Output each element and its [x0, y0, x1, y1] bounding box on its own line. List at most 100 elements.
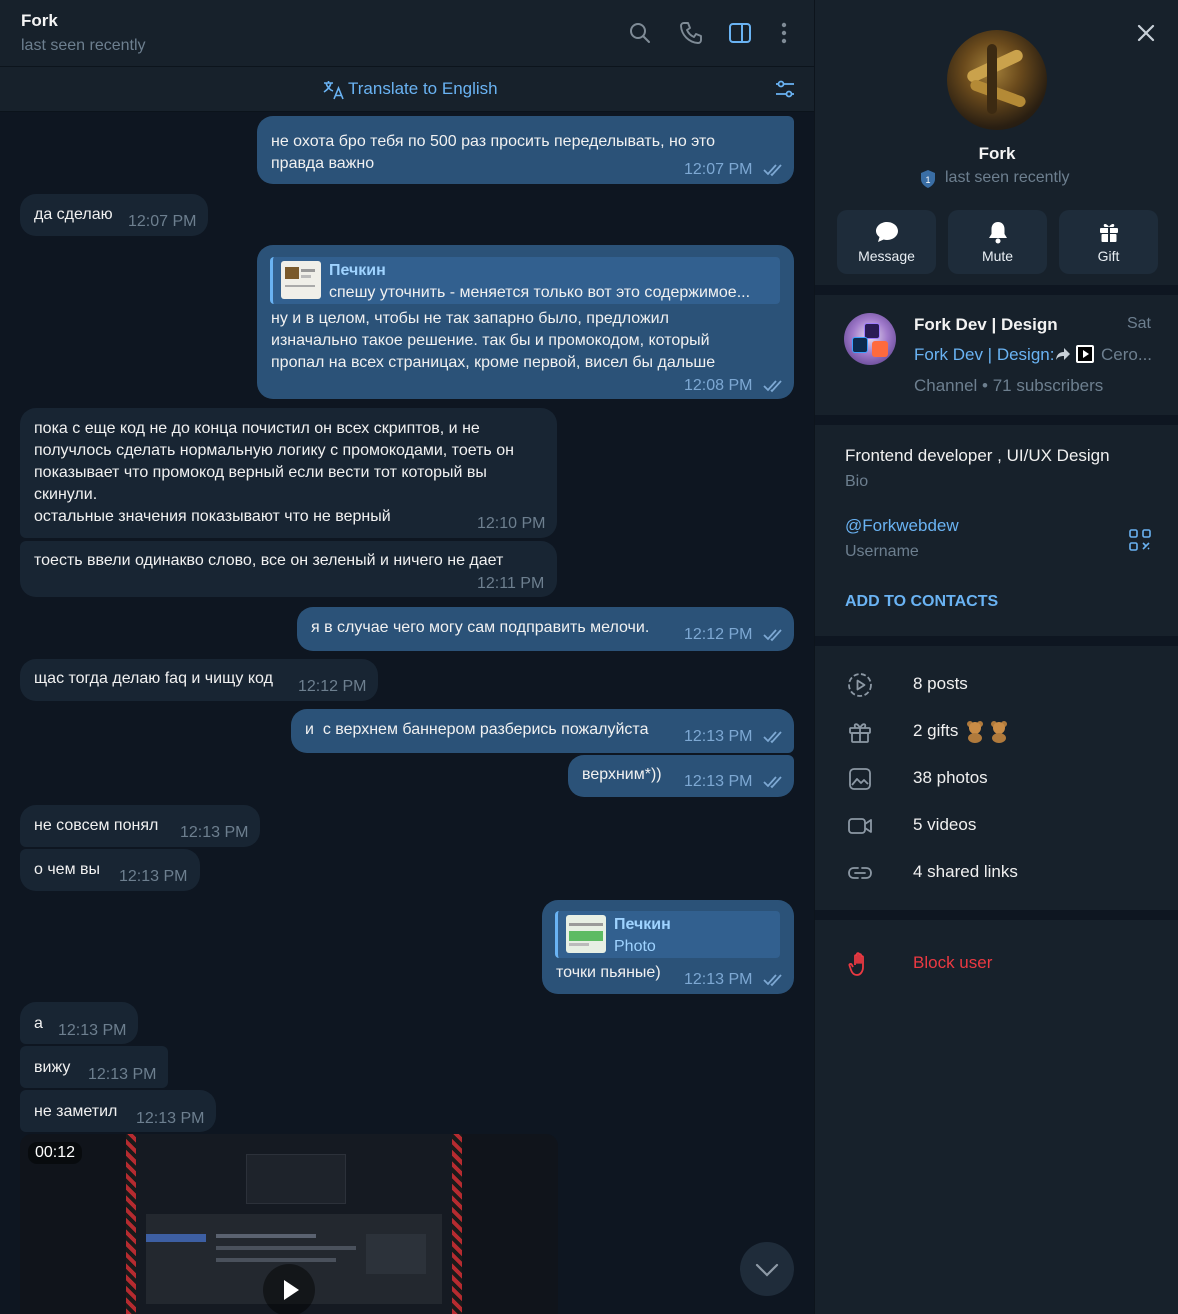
- play-icon: [284, 1280, 299, 1300]
- video-camera-icon: [848, 818, 872, 834]
- phone-icon[interactable]: [678, 20, 704, 46]
- message-incoming[interactable]: а 12:13 PM: [20, 1002, 138, 1044]
- message-text: верхним*)): [582, 766, 662, 783]
- forward-icon: [1056, 348, 1070, 360]
- posts-row[interactable]: 8 posts: [815, 665, 1178, 705]
- message-text: щас тогда делаю faq и чищу код: [34, 670, 273, 687]
- mute-button[interactable]: Mute: [948, 210, 1047, 274]
- message-outgoing[interactable]: верхним*)) 12:13 PM: [568, 755, 794, 797]
- read-checks-icon: [763, 776, 782, 789]
- message-incoming[interactable]: пока с еще код не до конца почистил он в…: [20, 408, 557, 538]
- reply-text: Photo: [614, 938, 656, 955]
- translate-button[interactable]: Translate to English: [348, 79, 498, 99]
- chevron-down-icon: [755, 1263, 779, 1277]
- message-time: 12:13 PM: [58, 1022, 127, 1039]
- channel-meta: Channel • 71 subscribers: [914, 376, 1104, 395]
- channel-preview-text: Cero...: [1101, 345, 1153, 364]
- message-time: 12:13 PM: [180, 824, 249, 841]
- bio-text[interactable]: Frontend developer , UI/UX Design: [845, 446, 1110, 466]
- message-time: 12:07 PM: [684, 161, 753, 178]
- message-text: не совсем понял: [34, 817, 159, 834]
- message-outgoing[interactable]: Печкин спешу уточнить - меняется только …: [257, 245, 794, 399]
- message-time: 12:13 PM: [684, 728, 753, 745]
- message-text: не охота бро тебя по 500 раз просить пер…: [271, 133, 716, 172]
- translate-bar[interactable]: Translate to English: [0, 67, 814, 112]
- chat-status: last seen recently: [21, 37, 146, 54]
- read-checks-icon: [763, 380, 782, 393]
- message-text: ну и в целом, чтобы не так запарно было,…: [271, 310, 716, 371]
- reply-author: Печкин: [614, 916, 671, 933]
- add-to-contacts-button[interactable]: ADD TO CONTACTS: [845, 593, 998, 611]
- read-checks-icon: [763, 731, 782, 744]
- search-icon[interactable]: [627, 20, 653, 46]
- message-text: о чем вы: [34, 861, 101, 878]
- message-incoming[interactable]: да сделаю 12:07 PM: [20, 194, 208, 236]
- chat-title[interactable]: Fork: [21, 11, 58, 31]
- photos-row[interactable]: 38 photos: [815, 759, 1178, 799]
- links-count: 4 shared links: [913, 862, 1018, 881]
- read-checks-icon: [763, 164, 782, 177]
- read-checks-icon: [763, 629, 782, 642]
- qr-code-icon[interactable]: [1129, 529, 1151, 551]
- message-incoming[interactable]: не совсем понял 12:13 PM: [20, 805, 260, 847]
- username-link[interactable]: @Forkwebdew: [845, 516, 959, 536]
- teddy-bear-icon: [967, 721, 1007, 743]
- message-time: 12:08 PM: [684, 377, 753, 394]
- message-incoming[interactable]: о чем вы 12:13 PM: [20, 849, 200, 891]
- message-outgoing[interactable]: не охота бро тебя по 500 раз просить пер…: [257, 116, 794, 184]
- posts-count: 8 posts: [913, 674, 968, 693]
- message-text: пока с еще код не до конца почистил он в…: [34, 420, 514, 525]
- message-text: я в случае чего могу сам подправить мело…: [311, 619, 650, 636]
- videos-row[interactable]: 5 videos: [815, 806, 1178, 846]
- message-incoming[interactable]: тоесть ввели одинакво слово, все он зеле…: [20, 541, 557, 597]
- more-vertical-icon[interactable]: [771, 20, 797, 46]
- translate-icon: [323, 81, 344, 100]
- channel-avatar: [844, 313, 896, 365]
- videos-count: 5 videos: [913, 815, 977, 834]
- gifts-row[interactable]: 2 gifts: [815, 712, 1178, 752]
- message-text: тоесть ввели одинакво слово, все он зеле…: [34, 552, 504, 569]
- photo-icon: [849, 768, 871, 790]
- message-time: 12:13 PM: [136, 1110, 205, 1127]
- message-incoming[interactable]: вижу 12:13 PM: [20, 1046, 168, 1088]
- divider: [815, 910, 1178, 920]
- svg-text:1: 1: [925, 175, 930, 185]
- message-outgoing[interactable]: Печкин Photo точки пьяные) 12:13 PM: [542, 900, 794, 994]
- message-text: и с верхнем баннером разберись пожалуйст…: [305, 721, 649, 738]
- mute-button-label: Mute: [981, 248, 1014, 264]
- sidebar-toggle-icon[interactable]: [727, 20, 753, 46]
- message-time: 12:13 PM: [684, 773, 753, 790]
- message-time: 12:07 PM: [128, 213, 197, 230]
- avatar[interactable]: [947, 30, 1047, 130]
- profile-panel: Fork 1 last seen recently Message Mute G…: [814, 0, 1178, 1314]
- close-icon[interactable]: [1134, 21, 1158, 45]
- reply-quote[interactable]: Печкин Photo: [555, 911, 780, 958]
- play-button[interactable]: [263, 1264, 315, 1314]
- gift-outline-icon: [849, 723, 871, 743]
- message-time: 12:10 PM: [477, 515, 546, 532]
- scroll-down-button[interactable]: [740, 1242, 794, 1296]
- block-user-row[interactable]: Block user: [815, 944, 1178, 984]
- read-checks-icon: [763, 974, 782, 987]
- links-row[interactable]: 4 shared links: [815, 853, 1178, 893]
- message-incoming[interactable]: не заметил 12:13 PM: [20, 1090, 216, 1132]
- stories-icon: [848, 673, 872, 697]
- video-thumb-icon: [1076, 345, 1094, 363]
- message-button[interactable]: Message: [837, 210, 936, 274]
- message-time: 12:13 PM: [119, 868, 188, 885]
- message-incoming[interactable]: щас тогда делаю faq и чищу код 12:12 PM: [20, 659, 378, 701]
- personal-channel[interactable]: Fork Dev | Design Sat Fork Dev | Design:…: [815, 295, 1178, 415]
- video-message[interactable]: 00:12: [20, 1134, 558, 1314]
- settings-sliders-icon[interactable]: [773, 77, 797, 101]
- message-time: 12:11 PM: [477, 575, 545, 592]
- gift-button[interactable]: Gift: [1059, 210, 1158, 274]
- reply-quote[interactable]: Печкин спешу уточнить - меняется только …: [270, 257, 780, 304]
- video-duration: 00:12: [28, 1142, 83, 1164]
- message-text: вижу: [34, 1059, 71, 1076]
- message-outgoing[interactable]: и с верхнем баннером разберись пожалуйст…: [291, 709, 794, 753]
- reply-text: спешу уточнить - меняется только вот это…: [329, 284, 751, 301]
- message-outgoing[interactable]: я в случае чего могу сам подправить мело…: [297, 607, 794, 651]
- bio-label: Bio: [845, 473, 869, 490]
- channel-title: Fork Dev | Design: [914, 315, 1058, 334]
- divider: [815, 285, 1178, 295]
